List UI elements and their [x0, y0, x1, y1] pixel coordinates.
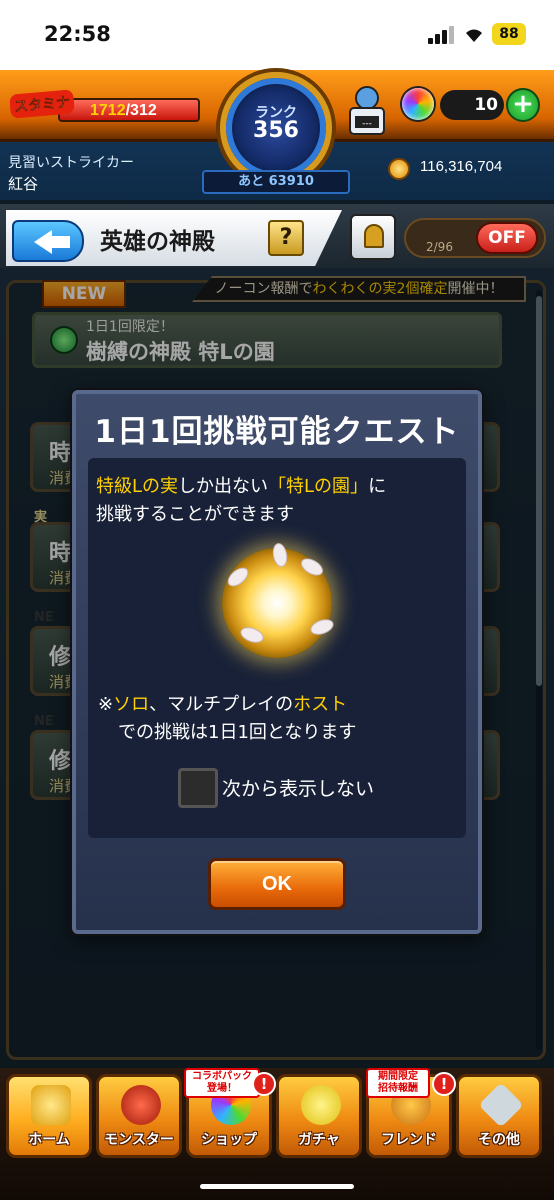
rank-next-exp: あと 63910	[202, 170, 350, 194]
nav-monster[interactable]: モンスター	[96, 1074, 182, 1158]
dialog-message-line1: 特級Lの実しか出ない「特Lの園」に	[96, 476, 387, 497]
battery-icon: 88	[492, 23, 526, 45]
item-pot-icon[interactable]: ---	[344, 84, 390, 142]
player-title: 見習いストライカー	[8, 155, 134, 171]
monster-icon	[121, 1085, 161, 1125]
orb-count: 10	[440, 90, 504, 120]
buy-orb-button[interactable]: +	[506, 88, 540, 122]
nav-gacha-label: ガチャ	[298, 1132, 340, 1148]
gacha-icon	[301, 1085, 341, 1125]
game-header: 1712/312 スタミナ ランク 356 あと 63910 --- 10 + …	[0, 70, 554, 200]
home-indicator	[200, 1184, 354, 1189]
nav-gacha[interactable]: ガチャ	[276, 1074, 362, 1158]
back-button[interactable]	[12, 220, 84, 262]
nav-home[interactable]: ホーム	[6, 1074, 92, 1158]
dialog-note-line1: ※ソロ、マルチプレイのホスト	[98, 694, 348, 715]
wifi-icon	[466, 29, 482, 42]
friend-event-badge: 期間限定 招待報酬	[366, 1068, 430, 1098]
friend-alert-badge: !	[432, 1072, 456, 1096]
nav-home-label: ホーム	[28, 1132, 70, 1148]
rank-gauge[interactable]: ランク 356	[220, 72, 332, 184]
ok-button[interactable]: OK	[208, 858, 346, 910]
gold-coin-icon	[388, 158, 410, 180]
stamina-meter[interactable]: 1712/312 スタミナ	[9, 89, 210, 124]
nav-shop-label: ショップ	[201, 1132, 257, 1148]
dialog-message-line2: 挑戦することができます	[96, 504, 294, 525]
dialog-title: 1日1回挑戦可能クエスト	[94, 414, 460, 450]
shop-alert-badge: !	[252, 1072, 276, 1096]
stamina-max: /312	[125, 102, 157, 119]
other-icon	[478, 1082, 524, 1128]
stamina-current: 1712	[90, 102, 126, 119]
auto-counter: 2/96	[426, 240, 453, 254]
dialog-note-line2: での挑戦は1日1回となります	[118, 722, 357, 743]
notification-bell-button[interactable]	[350, 214, 396, 260]
nav-friend-label: フレンド	[381, 1132, 437, 1148]
home-icon	[31, 1085, 71, 1125]
clock: 22:58	[44, 22, 111, 46]
dont-show-again-label[interactable]: 次から表示しない	[222, 774, 374, 801]
stamina-bar: 1712/312	[58, 98, 200, 122]
svg-text:---: ---	[362, 119, 372, 129]
rank-value: 356	[253, 118, 299, 143]
off-toggle-button[interactable]: OFF	[476, 222, 538, 254]
orb-icon	[402, 88, 434, 120]
nav-other-label: その他	[478, 1132, 520, 1148]
player-name: 紅谷	[8, 175, 39, 193]
shop-collab-badge: コラボパック 登場！	[184, 1068, 260, 1098]
nav-other[interactable]: その他	[456, 1074, 542, 1158]
status-bar: 22:58 88	[0, 0, 554, 70]
page-title: 英雄の神殿	[100, 229, 215, 255]
nav-monster-label: モンスター	[104, 1132, 174, 1148]
bell-icon	[364, 224, 384, 248]
help-button[interactable]: ?	[268, 220, 304, 256]
stamina-text: 1712/312	[90, 102, 157, 120]
cellular-signal-icon	[428, 26, 456, 44]
dont-show-again-checkbox[interactable]	[178, 768, 218, 808]
back-arrow-tail	[50, 236, 70, 248]
gold-amount: 116,316,704	[420, 158, 503, 175]
